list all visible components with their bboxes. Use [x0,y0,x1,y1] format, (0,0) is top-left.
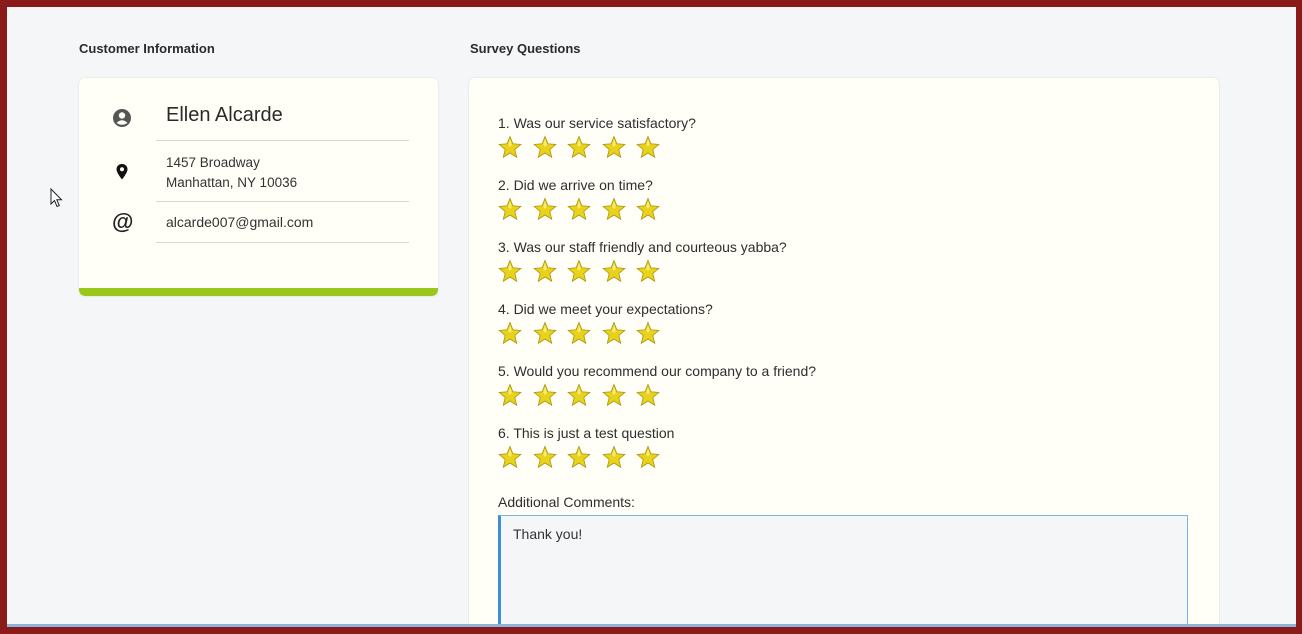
question-1: 1. Was our service satisfactory? [498,115,696,159]
user-circle-icon [112,108,132,133]
star-icon[interactable] [532,445,557,469]
star-icon[interactable] [567,259,591,283]
question-3: 3. Was our staff friendly and courteous … [498,239,787,283]
survey-card: 1. Was our service satisfactory? 2. Did … [469,78,1219,627]
customer-email-row: @ alcarde007@gmail.com [112,202,409,243]
mouse-pointer-icon [50,187,64,213]
question-2: 2. Did we arrive on time? [498,177,671,221]
map-pin-icon [112,163,132,186]
star-icon[interactable] [498,197,522,221]
star-rating[interactable] [498,321,713,345]
star-icon[interactable] [567,135,591,159]
page: Customer Information Survey Questions El… [7,7,1296,627]
star-rating[interactable] [498,135,696,159]
star-icon[interactable] [498,383,522,407]
star-icon[interactable] [636,259,660,283]
customer-address-row: 1457 Broadway Manhattan, NY 10036 [116,141,409,202]
star-rating[interactable] [498,259,787,283]
star-icon[interactable] [636,135,660,159]
bottom-edge-strip [7,624,1296,627]
star-icon[interactable] [601,383,626,407]
customer-info-heading: Customer Information [79,41,215,56]
customer-name-row: Ellen Alcarde [113,98,409,141]
star-icon[interactable] [532,259,557,283]
question-4: 4. Did we meet your expectations? [498,301,713,345]
star-icon[interactable] [567,197,591,221]
star-icon[interactable] [532,383,557,407]
card-accent-bar [79,288,438,296]
question-text: 3. Was our staff friendly and courteous … [498,239,787,255]
question-text: 1. Was our service satisfactory? [498,115,696,131]
star-icon[interactable] [636,383,660,407]
comments-label: Additional Comments: [498,494,635,510]
star-icon[interactable] [601,259,626,283]
star-icon[interactable] [532,135,557,159]
comments-textarea[interactable] [498,515,1188,627]
customer-card: Ellen Alcarde 1457 Broadway Manhattan, N… [79,78,438,296]
star-icon[interactable] [636,321,660,345]
question-6: 6. This is just a test question [498,425,674,469]
star-icon[interactable] [601,321,626,345]
customer-email: alcarde007@gmail.com [166,214,314,230]
star-icon[interactable] [636,197,660,221]
star-icon[interactable] [498,135,522,159]
star-icon[interactable] [498,259,522,283]
star-icon[interactable] [532,197,557,221]
star-icon[interactable] [567,383,591,407]
star-icon[interactable] [567,321,591,345]
survey-questions-heading: Survey Questions [470,41,581,56]
address-line-1: 1457 Broadway [166,155,260,170]
customer-name: Ellen Alcarde [166,104,283,126]
question-text: 2. Did we arrive on time? [498,177,653,193]
address-line-2: Manhattan, NY 10036 [166,175,298,190]
star-icon[interactable] [601,135,626,159]
star-icon[interactable] [601,197,626,221]
question-5: 5. Would you recommend our company to a … [498,363,816,407]
star-icon[interactable] [498,321,522,345]
star-rating[interactable] [498,383,816,407]
question-text: 4. Did we meet your expectations? [498,301,713,317]
question-text: 6. This is just a test question [498,425,675,441]
customer-address: 1457 Broadway Manhattan, NY 10036 [166,153,297,193]
star-icon[interactable] [567,445,591,469]
star-icon[interactable] [498,445,522,469]
question-text: 5. Would you recommend our company to a … [498,363,817,379]
at-sign-icon: @ [112,209,134,234]
star-icon[interactable] [601,445,626,469]
star-icon[interactable] [532,321,557,345]
star-rating[interactable] [498,197,671,221]
star-icon[interactable] [636,445,660,469]
star-rating[interactable] [498,445,674,469]
